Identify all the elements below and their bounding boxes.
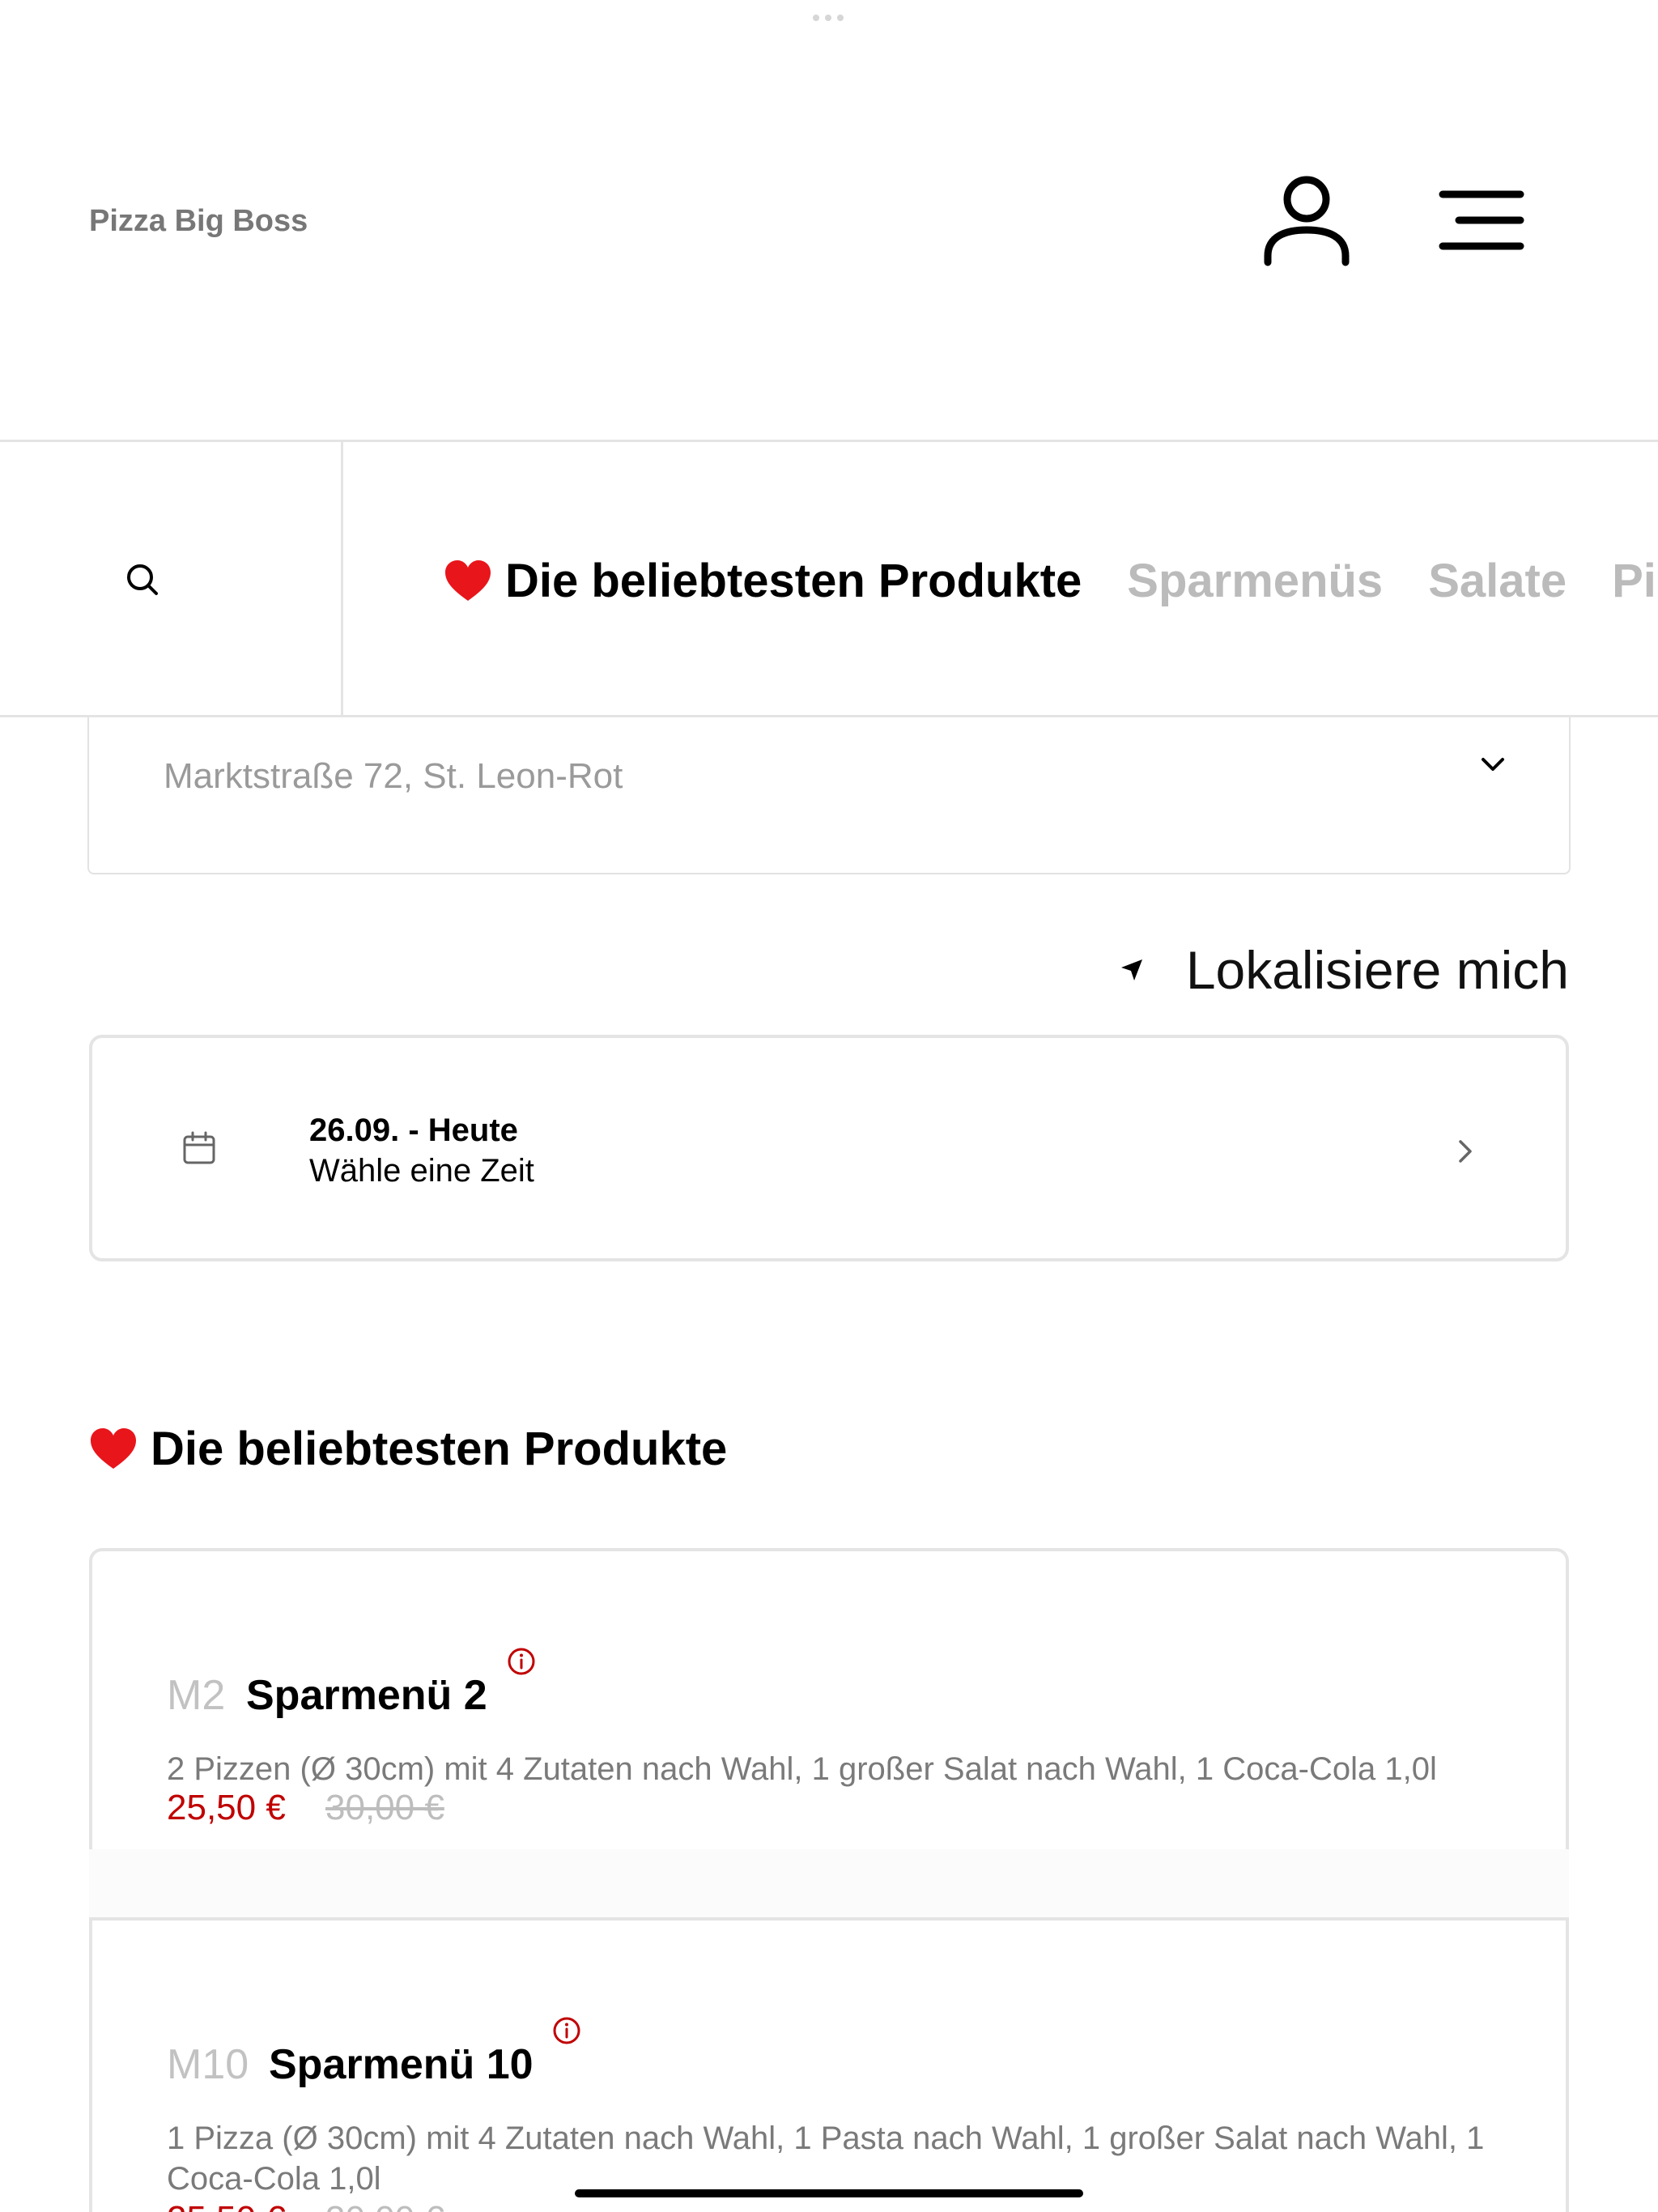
tab-label: Die beliebtesten Produkte	[505, 555, 1082, 607]
user-icon	[1264, 176, 1350, 266]
section-title-text: Die beliebtesten Produkte	[151, 1423, 728, 1475]
category-bar: Die beliebtesten Produkte Sparmenüs Sala…	[0, 442, 1658, 717]
heart-icon	[91, 1427, 136, 1469]
product-price: 25,50 €	[167, 2199, 286, 2212]
chevron-right-icon	[1459, 1140, 1472, 1163]
home-indicator[interactable]	[575, 2189, 1083, 2197]
section-title: Die beliebtesten Produkte	[89, 1422, 727, 1476]
product-code: M10	[167, 2041, 249, 2088]
calendar-icon	[183, 1131, 215, 1164]
account-button[interactable]	[1253, 172, 1360, 272]
date-time-selector[interactable]: 26.09. - Heute Wähle eine Zeit	[89, 1035, 1569, 1261]
date-subtitle: Wähle eine Zeit	[309, 1153, 534, 1189]
product-description: 2 Pizzen (Ø 30cm) mit 4 Zutaten nach Wah…	[167, 1751, 1437, 1787]
tab-label: Pi	[1612, 555, 1656, 607]
tab-sparmenues[interactable]: Sparmenüs	[1127, 554, 1383, 608]
address-select[interactable]: Marktstraße 72, St. Leon-Rot	[87, 717, 1571, 874]
tab-beliebteste-produkte[interactable]: Die beliebtesten Produkte	[444, 554, 1082, 608]
product-old-price: 30,00 €	[325, 2199, 444, 2212]
address-value: Marktstraße 72, St. Leon-Rot	[164, 756, 623, 796]
product-price: 25,50 €	[167, 1788, 286, 1827]
info-icon[interactable]	[507, 1647, 536, 1676]
locate-me-button[interactable]: Lokalisiere mich	[1120, 939, 1569, 1001]
search-button[interactable]	[0, 442, 343, 717]
info-icon[interactable]	[552, 2016, 581, 2045]
brand-name[interactable]: Pizza Big Boss	[89, 204, 308, 239]
product-description: 1 Pizza (Ø 30cm) mit 4 Zutaten nach Wahl…	[167, 2121, 1485, 2197]
heart-icon	[445, 559, 491, 601]
tab-pizza[interactable]: Pi	[1612, 554, 1656, 608]
locate-me-label: Lokalisiere mich	[1185, 940, 1569, 1000]
chevron-down-icon	[1482, 758, 1504, 771]
category-tabs[interactable]: Die beliebtesten Produkte Sparmenüs Sala…	[444, 442, 1658, 717]
card-separator	[89, 1849, 1569, 1917]
hamburger-menu-icon	[1439, 190, 1524, 250]
tab-label: Salate	[1428, 555, 1567, 607]
product-card[interactable]: M2 Sparmenü 2 2 Pizzen (Ø 30cm) mit 4 Zu…	[89, 1548, 1569, 1849]
menu-button[interactable]	[1435, 180, 1532, 261]
search-icon	[127, 564, 158, 595]
product-code: M2	[167, 1672, 226, 1719]
product-name: Sparmenü 10	[269, 2041, 534, 2088]
product-card[interactable]: M10 Sparmenü 10 1 Pizza (Ø 30cm) mit 4 Z…	[89, 1917, 1569, 2212]
tab-salate[interactable]: Salate	[1428, 554, 1567, 608]
product-name: Sparmenü 2	[246, 1672, 487, 1719]
app-page: Pizza Big Boss Die beliebtesten Produkte…	[0, 0, 1658, 2212]
date-title: 26.09. - Heute	[309, 1112, 518, 1148]
tab-label: Sparmenüs	[1127, 555, 1384, 607]
location-arrow-icon	[1120, 959, 1142, 981]
app-header: Pizza Big Boss	[0, 0, 1658, 442]
product-old-price: 30,00 €	[325, 1788, 444, 1827]
